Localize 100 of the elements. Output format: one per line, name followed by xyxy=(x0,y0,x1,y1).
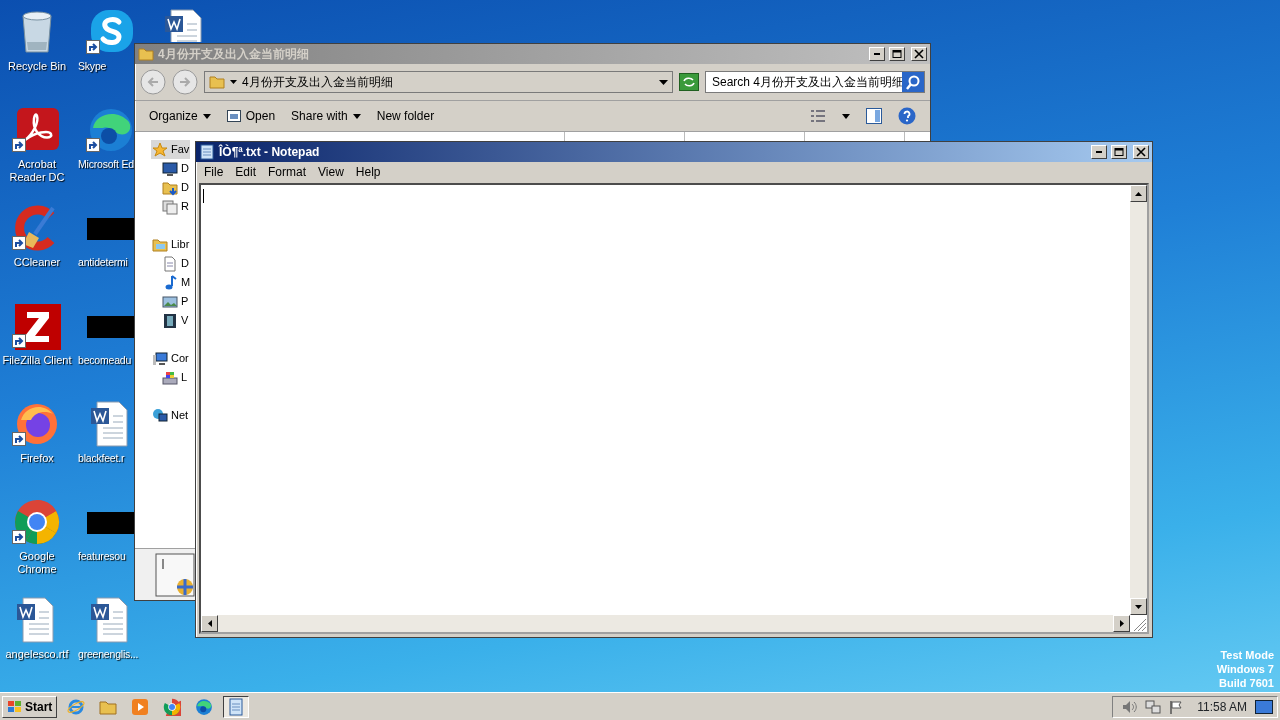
menu-item[interactable]: View xyxy=(312,163,350,181)
close-button[interactable] xyxy=(1133,145,1149,159)
sidebar-item[interactable]: M xyxy=(161,273,192,292)
caret-icon xyxy=(202,113,211,119)
window-title: 4月份开支及出入金当前明细 xyxy=(158,46,309,63)
library-icon xyxy=(152,236,168,253)
menu-item[interactable]: Edit xyxy=(229,163,263,181)
menu-item[interactable]: File xyxy=(198,163,230,181)
icon-label: Firefox xyxy=(19,452,55,465)
window-title: ÎÒ¶ª.txt - Notepad xyxy=(219,143,320,161)
preview-pane-button[interactable] xyxy=(866,108,882,124)
icon-label: blackfeet.r xyxy=(77,452,126,465)
scroll-right-button[interactable] xyxy=(1113,615,1130,632)
sidebar-item[interactable]: P xyxy=(161,292,190,311)
text-cursor xyxy=(203,189,204,203)
search-button[interactable] xyxy=(902,72,924,92)
address-text: 4月份开支及出入金当前明细 xyxy=(242,74,393,91)
menu-button[interactable]: Organize xyxy=(149,107,211,125)
close-button[interactable] xyxy=(911,47,927,61)
up-arrow-icon xyxy=(1135,191,1142,196)
caret-icon[interactable] xyxy=(842,113,850,119)
show-desktop-icon[interactable] xyxy=(1255,699,1273,714)
recent-places-icon xyxy=(162,198,178,215)
chrome-icon[interactable] xyxy=(13,498,61,546)
drive-icon xyxy=(162,369,178,386)
sidebar-item[interactable]: V xyxy=(161,311,190,330)
sidebar-item[interactable]: D xyxy=(161,254,190,273)
film-icon xyxy=(162,312,178,329)
down-arrow-icon xyxy=(1135,604,1142,609)
file-thumbnail-icon xyxy=(155,552,195,597)
sidebar-item[interactable]: Net xyxy=(151,406,190,425)
edge-icon[interactable] xyxy=(87,106,135,154)
horizontal-scrollbar[interactable] xyxy=(201,615,1130,632)
icon-label: Recycle Bin xyxy=(6,60,68,73)
start-button[interactable]: Start xyxy=(2,695,58,718)
icon-label: Skype xyxy=(77,60,108,73)
icon-label: Microsoft Ed xyxy=(77,158,135,171)
scroll-left-button[interactable] xyxy=(201,615,218,632)
list-view-icon xyxy=(810,109,826,123)
icon-label: antidetermi xyxy=(77,256,129,269)
system-notice: Build 7601 xyxy=(1217,676,1274,690)
network-icon xyxy=(152,407,168,424)
close-icon xyxy=(913,49,925,59)
browser-icon xyxy=(67,697,86,716)
address-bar[interactable]: 4月份开支及出入金当前明细 xyxy=(204,71,673,93)
sidebar-item[interactable]: Fav xyxy=(151,140,191,159)
system-notice: Test Mode xyxy=(1219,648,1274,662)
toolbar-button[interactable]: New folder xyxy=(376,107,435,125)
menu-item[interactable]: Format xyxy=(262,163,313,181)
minimize-button[interactable] xyxy=(1091,145,1107,159)
flag-icon[interactable] xyxy=(1169,699,1184,714)
computer-icon xyxy=(152,350,168,367)
sidebar-item[interactable]: R xyxy=(161,197,190,216)
open-icon xyxy=(226,109,241,123)
maximize-button[interactable] xyxy=(1111,145,1127,159)
notepad-icon xyxy=(227,697,246,716)
windows-logo-icon xyxy=(7,699,23,714)
system-notice: Windows 7 xyxy=(1216,662,1274,676)
caret-icon xyxy=(352,113,361,119)
maximize-icon xyxy=(891,49,903,59)
caret-icon[interactable] xyxy=(230,80,237,84)
folder-icon xyxy=(138,46,154,62)
vertical-scrollbar[interactable] xyxy=(1130,185,1147,615)
sidebar-item[interactable]: L xyxy=(161,368,189,387)
icon-label: becomeadu xyxy=(77,354,133,367)
media-player-icon xyxy=(131,697,150,716)
refresh-button[interactable] xyxy=(679,73,699,91)
close-icon xyxy=(1135,147,1147,157)
menu-button[interactable]: Share with xyxy=(291,107,361,125)
maximize-icon xyxy=(1113,147,1125,157)
minimize-icon xyxy=(874,53,880,55)
folder-icon xyxy=(209,74,225,90)
icon-label: greenenglis... xyxy=(77,648,140,661)
toolbar-button[interactable]: Open xyxy=(226,107,276,125)
help-button[interactable] xyxy=(898,107,916,125)
icon-label: FileZilla Client xyxy=(1,354,73,367)
sidebar-item[interactable]: Cor xyxy=(151,349,190,368)
edge-icon xyxy=(195,697,214,716)
maximize-button[interactable] xyxy=(889,47,905,61)
star-icon xyxy=(152,141,168,158)
icon-label: angelesco.rtf xyxy=(4,648,70,661)
menu-item[interactable]: Help xyxy=(349,163,387,181)
sidebar-item[interactable]: D xyxy=(161,178,190,197)
network-icon[interactable] xyxy=(1145,699,1162,714)
scroll-up-button[interactable] xyxy=(1130,185,1147,202)
views-button[interactable] xyxy=(810,109,826,123)
icon-label: Acrobat Reader DC xyxy=(8,158,66,184)
notepad-icon xyxy=(199,144,215,160)
monitor-icon xyxy=(162,160,178,177)
minimize-button[interactable] xyxy=(869,47,885,61)
speaker-icon[interactable] xyxy=(1121,699,1138,714)
search-field[interactable]: Search 4月份开支及出入金当前明细 xyxy=(705,71,925,93)
sidebar-item[interactable]: D xyxy=(161,159,190,178)
sidebar-item[interactable]: Libr xyxy=(151,235,191,254)
filezilla-icon[interactable] xyxy=(13,302,61,350)
download-folder-icon xyxy=(162,179,178,196)
dropdown-arrow-icon[interactable] xyxy=(659,79,668,85)
left-arrow-icon xyxy=(207,620,212,627)
taskbar-button[interactable] xyxy=(223,695,250,718)
scroll-down-button[interactable] xyxy=(1130,598,1147,615)
